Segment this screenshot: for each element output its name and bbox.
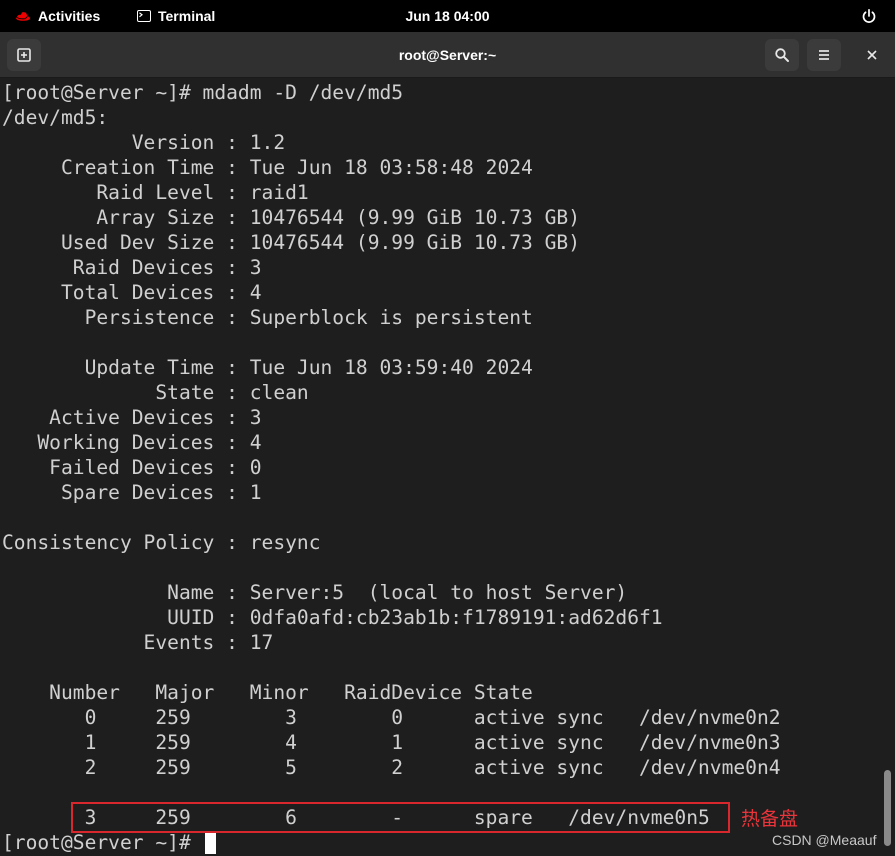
terminal-line: Used Dev Size : 10476544 (9.99 GiB 10.73…: [2, 231, 581, 254]
terminal-line: Array Size : 10476544 (9.99 GiB 10.73 GB…: [2, 206, 581, 229]
window-header-bar: root@Server:~: [0, 32, 895, 78]
terminal-line: Update Time : Tue Jun 18 03:59:40 2024: [2, 356, 533, 379]
hamburger-menu-button[interactable]: [807, 39, 841, 71]
close-icon: [867, 50, 877, 60]
terminal-scrollbar[interactable]: [884, 770, 891, 846]
window-title: root@Server:~: [398, 46, 497, 63]
hot-spare-annotation: 热备盘: [741, 808, 799, 830]
close-window-button[interactable]: [855, 39, 889, 71]
terminal-line: Version : 1.2: [2, 131, 286, 154]
gnome-top-bar: Activities Terminal Jun 18 04:00: [0, 0, 895, 32]
csdn-watermark: CSDN @Meaauf: [772, 832, 877, 848]
search-icon: [775, 48, 789, 62]
search-button[interactable]: [765, 39, 799, 71]
terminal-line: Consistency Policy : resync: [2, 531, 321, 554]
terminal-line: /dev/md5:: [2, 106, 109, 129]
terminal-line: State : clean: [2, 381, 309, 404]
terminal-line: Raid Devices : 3: [2, 256, 262, 279]
terminal-line: 1 259 4 1 active sync /dev/nvme0n3: [2, 731, 781, 754]
power-icon[interactable]: [861, 8, 877, 24]
terminal-line: Spare Devices : 1: [2, 481, 262, 504]
terminal-line: Number Major Minor RaidDevice State: [2, 681, 533, 704]
terminal-line: Creation Time : Tue Jun 18 03:58:48 2024: [2, 156, 533, 179]
terminal-line: Persistence : Superblock is persistent: [2, 306, 533, 329]
terminal-line: 2 259 5 2 active sync /dev/nvme0n4: [2, 756, 781, 779]
terminal-prompt-line: [root@Server ~]#: [2, 831, 203, 854]
terminal-cursor: [205, 832, 216, 854]
clock[interactable]: Jun 18 04:00: [0, 0, 895, 32]
terminal-line: Active Devices : 3: [2, 406, 262, 429]
terminal-line: Name : Server:5 (local to host Server): [2, 581, 628, 604]
terminal-line: Failed Devices : 0: [2, 456, 262, 479]
spare-device-highlight-box: [71, 802, 730, 833]
terminal-line: UUID : 0dfa0afd:cb23ab1b:f1789191:ad62d6…: [2, 606, 663, 629]
terminal-line: [root@Server ~]# mdadm -D /dev/md5: [2, 81, 404, 104]
hamburger-menu-icon: [819, 50, 829, 60]
terminal-line: Total Devices : 4: [2, 281, 262, 304]
terminal-line: Working Devices : 4: [2, 431, 262, 454]
terminal-line: Events : 17: [2, 631, 274, 654]
terminal-line: Raid Level : raid1: [2, 181, 309, 204]
terminal-line: 0 259 3 0 active sync /dev/nvme0n2: [2, 706, 781, 729]
